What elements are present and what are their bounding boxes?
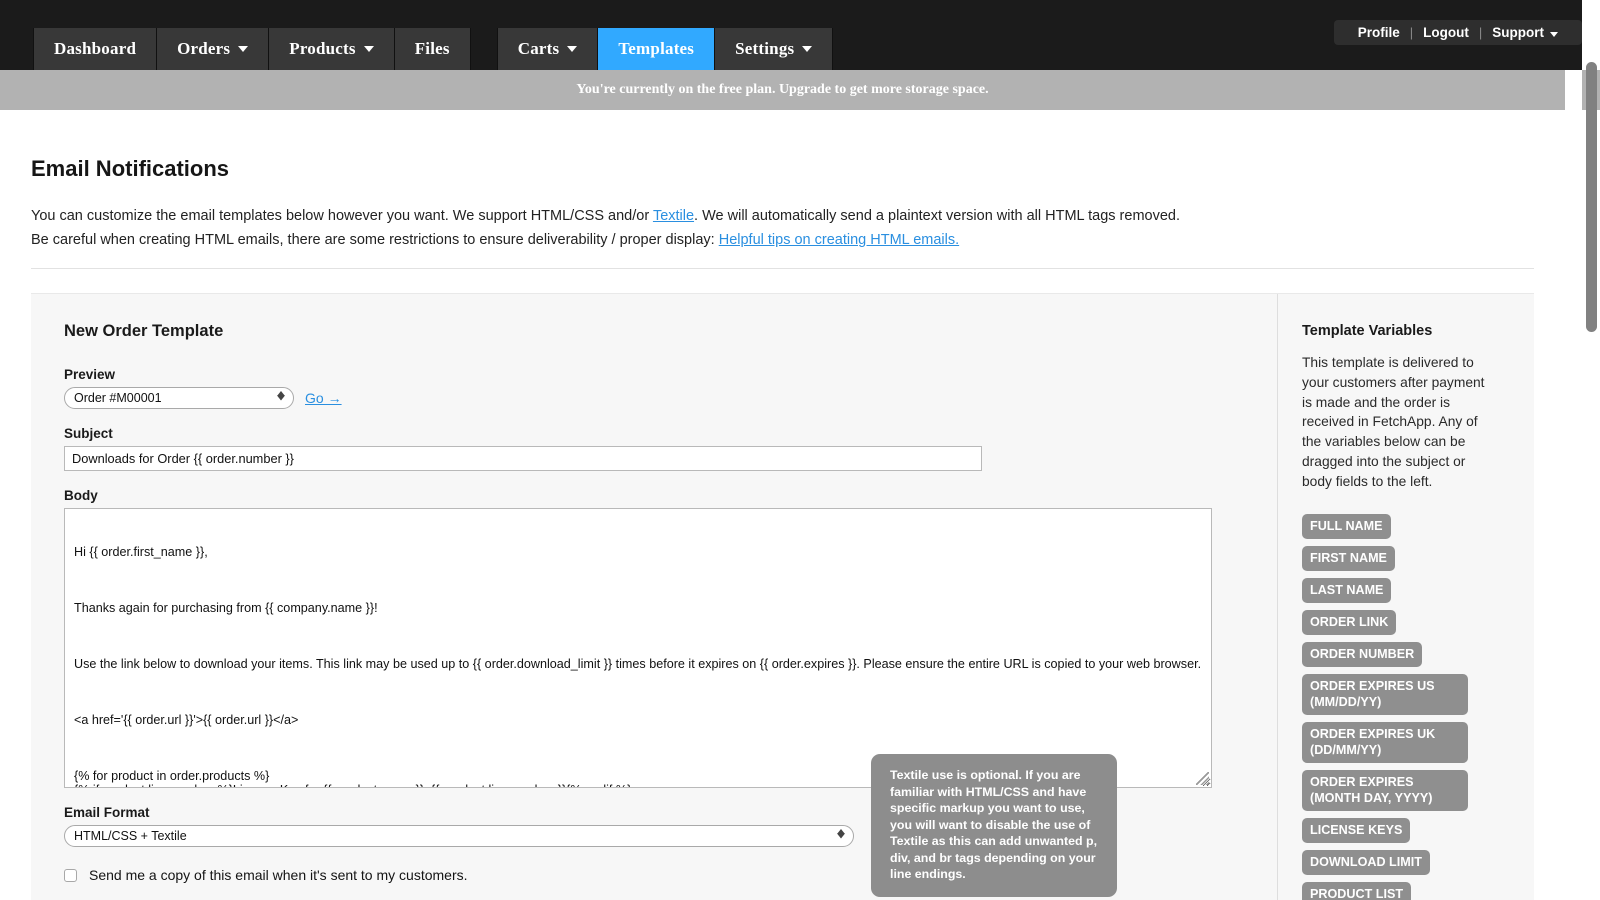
- textile-link[interactable]: Textile: [653, 208, 694, 224]
- nav-item-dashboard[interactable]: Dashboard: [33, 28, 157, 70]
- chevron-down-icon: [1550, 32, 1558, 37]
- body-label: Body: [64, 488, 1277, 503]
- textile-tooltip: Textile use is optional. If you are fami…: [871, 754, 1117, 897]
- intro-line-2: Be careful when creating HTML emails, th…: [31, 228, 1534, 252]
- nav-item-templates[interactable]: Templates: [598, 28, 715, 70]
- body-paragraph: Hi {{ order.first_name }},: [74, 545, 1202, 559]
- nav-item-label: Carts: [518, 39, 560, 59]
- support-label: Support: [1492, 25, 1544, 40]
- preview-order-select[interactable]: Order #M00001: [64, 387, 294, 409]
- sidebar-title: Template Variables: [1302, 323, 1514, 339]
- nav-item-label: Products: [289, 39, 355, 59]
- banner-text: You're currently on the free plan. Upgra…: [576, 82, 988, 98]
- page-scrollbar-thumb[interactable]: [1586, 62, 1597, 332]
- nav-item-label: Orders: [177, 39, 230, 59]
- free-plan-banner: You're currently on the free plan. Upgra…: [0, 70, 1565, 110]
- profile-link[interactable]: Profile: [1348, 25, 1410, 40]
- section-divider: [31, 268, 1534, 269]
- body-paragraph: Use the link below to download your item…: [74, 657, 1202, 671]
- email-format-select-wrap: HTML/CSS + Textile: [64, 825, 854, 847]
- variable-chip-last-name[interactable]: LAST NAME: [1302, 578, 1391, 603]
- nav-item-label: Dashboard: [54, 39, 136, 59]
- card-title: New Order Template: [64, 322, 1277, 341]
- preview-row: Order #M00001 Go →: [64, 387, 1277, 409]
- page-content: Email Notifications You can customize th…: [0, 156, 1565, 900]
- variable-chip-first-name[interactable]: FIRST NAME: [1302, 546, 1395, 571]
- nav-item-carts[interactable]: Carts: [497, 28, 599, 70]
- html-email-tips-link[interactable]: Helpful tips on creating HTML emails.: [719, 232, 959, 248]
- variable-chip-list: FULL NAME FIRST NAME LAST NAME ORDER LIN…: [1302, 514, 1514, 900]
- nav-item-settings[interactable]: Settings: [715, 28, 833, 70]
- nav-item-products[interactable]: Products: [269, 28, 394, 70]
- email-format-select[interactable]: HTML/CSS + Textile: [64, 825, 854, 847]
- logout-link[interactable]: Logout: [1413, 25, 1479, 40]
- intro-text-a: You can customize the email templates be…: [31, 208, 653, 224]
- variable-chip-download-limit[interactable]: DOWNLOAD LIMIT: [1302, 850, 1430, 875]
- variable-chip-license-keys[interactable]: LICENSE KEYS: [1302, 818, 1410, 843]
- tooltip-text: Textile use is optional. If you are fami…: [890, 768, 1097, 881]
- nav-item-label: Settings: [735, 39, 794, 59]
- variable-chip-order-expires-long[interactable]: ORDER EXPIRES (MONTH DAY, YYYY): [1302, 770, 1468, 811]
- intro-text-b: . We will automatically send a plaintext…: [694, 208, 1180, 224]
- send-copy-label: Send me a copy of this email when it's s…: [89, 867, 468, 883]
- account-menu: Profile | Logout | Support: [1334, 20, 1582, 45]
- template-editor-card: New Order Template Preview Order #M00001…: [31, 293, 1534, 900]
- resize-handle-icon[interactable]: [1196, 772, 1209, 785]
- variable-chip-full-name[interactable]: FULL NAME: [1302, 514, 1391, 539]
- page-intro: You can customize the email templates be…: [31, 204, 1534, 252]
- body-paragraph: <a href='{{ order.url }}'>{{ order.url }…: [74, 713, 1202, 727]
- chevron-down-icon: [238, 46, 248, 52]
- preview-select-wrap: Order #M00001: [64, 387, 294, 409]
- subject-label: Subject: [64, 426, 1277, 441]
- template-variables-sidebar: Template Variables This template is deli…: [1277, 294, 1534, 900]
- main-nav: Dashboard Orders Products Files Carts Te…: [33, 28, 833, 70]
- chevron-down-icon: [364, 46, 374, 52]
- send-copy-checkbox[interactable]: [64, 869, 77, 882]
- body-textarea[interactable]: Hi {{ order.first_name }}, Thanks again …: [64, 508, 1212, 788]
- support-link[interactable]: Support: [1482, 25, 1568, 40]
- sidebar-description: This template is delivered to your custo…: [1302, 353, 1492, 492]
- subject-input[interactable]: [64, 446, 982, 471]
- nav-item-orders[interactable]: Orders: [157, 28, 269, 70]
- nav-item-label: Files: [415, 39, 450, 59]
- body-paragraph: Thanks again for purchasing from {{ comp…: [74, 601, 1202, 615]
- variable-chip-order-number[interactable]: ORDER NUMBER: [1302, 642, 1422, 667]
- go-preview-link[interactable]: Go →: [305, 390, 342, 406]
- top-navigation-bar: Dashboard Orders Products Files Carts Te…: [0, 0, 1600, 70]
- intro-text-c: Be careful when creating HTML emails, th…: [31, 232, 719, 248]
- intro-line-1: You can customize the email templates be…: [31, 204, 1534, 228]
- variable-chip-product-list[interactable]: PRODUCT LIST: [1302, 882, 1411, 900]
- chevron-down-icon: [567, 46, 577, 52]
- variable-chip-order-link[interactable]: ORDER LINK: [1302, 610, 1396, 635]
- variable-chip-order-expires-uk[interactable]: ORDER EXPIRES UK (DD/MM/YY): [1302, 722, 1468, 763]
- page-title: Email Notifications: [31, 156, 1534, 182]
- variable-chip-order-expires-us[interactable]: ORDER EXPIRES US (MM/DD/YY): [1302, 674, 1468, 715]
- nav-item-files[interactable]: Files: [395, 28, 471, 70]
- nav-item-label: Templates: [618, 39, 694, 59]
- preview-label: Preview: [64, 367, 1277, 382]
- chevron-down-icon: [802, 46, 812, 52]
